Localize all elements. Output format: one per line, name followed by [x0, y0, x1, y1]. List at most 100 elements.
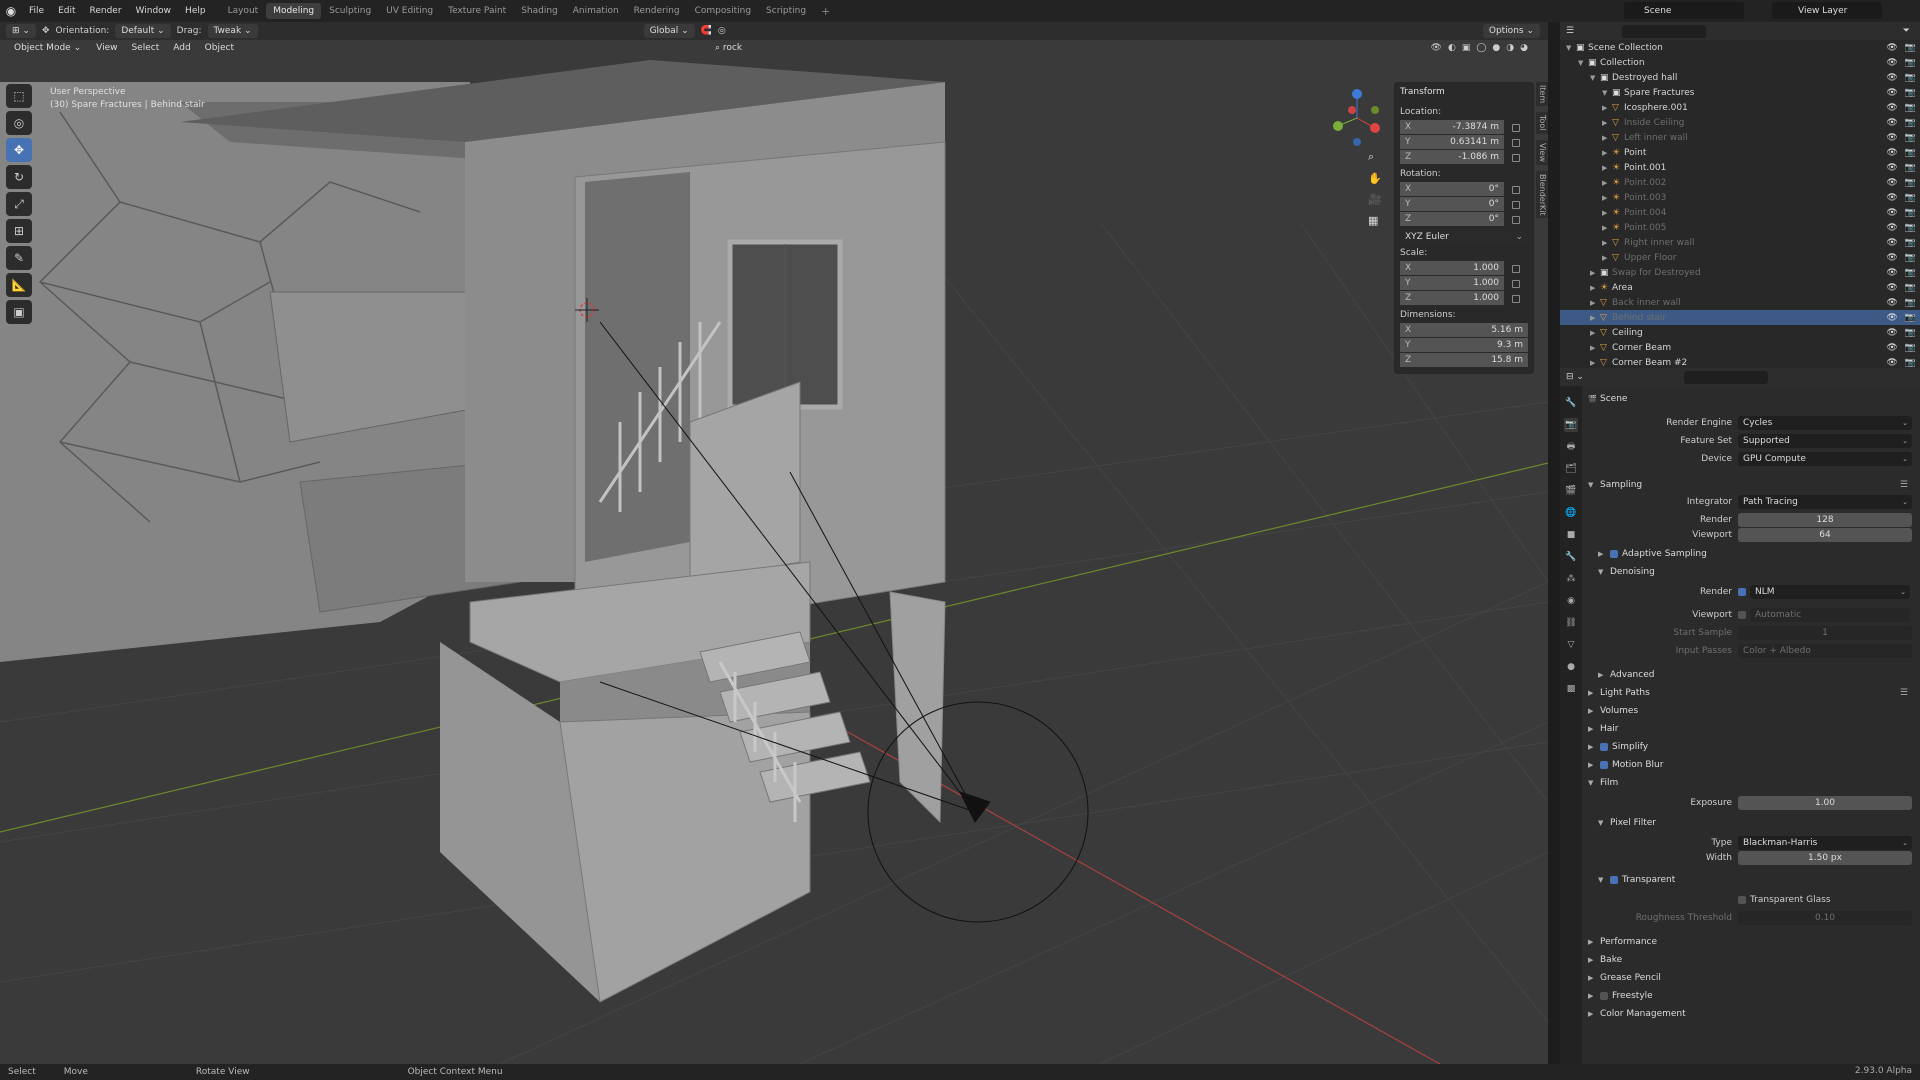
- render-camera-icon[interactable]: 📷: [1905, 223, 1916, 233]
- disclosure-arrow-icon[interactable]: ▶: [1602, 104, 1612, 112]
- visibility-eye-icon[interactable]: 👁: [1886, 298, 1897, 308]
- view-layer-tab-icon[interactable]: 🗂: [1564, 462, 1578, 476]
- proportional-edit-icon[interactable]: ◎: [718, 26, 726, 36]
- scale-x-field[interactable]: X 1.000: [1400, 261, 1504, 275]
- render-camera-icon[interactable]: 📷: [1905, 163, 1916, 173]
- scene-tab-icon[interactable]: 🎬: [1564, 484, 1578, 498]
- disclosure-arrow-icon[interactable]: ▶: [1590, 284, 1600, 292]
- denoising-panel[interactable]: ▼ Denoising: [1588, 563, 1918, 580]
- properties-search-input[interactable]: [1683, 370, 1768, 384]
- render-samples-field[interactable]: 128: [1738, 512, 1912, 527]
- world-tab-icon[interactable]: 🌐: [1564, 506, 1578, 520]
- disclosure-arrow-icon[interactable]: ▶: [1602, 254, 1612, 262]
- presets-icon[interactable]: ☰: [1900, 688, 1908, 698]
- outliner-row[interactable]: ▶ ▽ Corner Beam 👁 📷: [1560, 340, 1920, 355]
- feature-set-select[interactable]: Supported ⌄: [1738, 433, 1912, 448]
- dimensions-z-field[interactable]: Z 15.8 m: [1400, 353, 1528, 367]
- scale-z-field[interactable]: Z 1.000: [1400, 291, 1504, 305]
- disclosure-arrow-icon[interactable]: ▶: [1602, 179, 1612, 187]
- roughness-threshold-field[interactable]: 0.10: [1738, 910, 1912, 925]
- render-camera-icon[interactable]: 📷: [1905, 73, 1916, 83]
- data-tab-icon[interactable]: ▽: [1564, 638, 1578, 652]
- outliner-row[interactable]: ▶ ☀ Point.001 👁 📷: [1560, 160, 1920, 175]
- zoom-icon[interactable]: ⌕: [1368, 150, 1382, 164]
- render-tab-icon[interactable]: 📷: [1564, 418, 1578, 432]
- location-z-field[interactable]: Z -1.086 m: [1400, 150, 1504, 164]
- output-tab-icon[interactable]: 🖶: [1564, 440, 1578, 454]
- tab-blenderkit[interactable]: BlenderKit: [1536, 170, 1548, 219]
- blender-logo-icon[interactable]: ◉: [0, 0, 22, 22]
- viewport-search-input[interactable]: ⌕ rock: [708, 41, 749, 55]
- adaptive-sampling-panel[interactable]: ▶ Adaptive Sampling: [1588, 545, 1918, 562]
- outliner-search-input[interactable]: [1622, 24, 1707, 38]
- disclosure-arrow-icon[interactable]: ▶: [1590, 344, 1600, 352]
- disclosure-arrow-icon[interactable]: ▶: [1590, 314, 1600, 322]
- outliner-row[interactable]: ▶ ☀ Point.002 👁 📷: [1560, 175, 1920, 190]
- render-camera-icon[interactable]: 📷: [1905, 118, 1916, 128]
- tab-rendering[interactable]: Rendering: [627, 3, 687, 19]
- visibility-eye-icon[interactable]: 👁: [1886, 223, 1897, 233]
- location-x-field[interactable]: X -7.3874 m: [1400, 120, 1504, 134]
- camera-view-icon[interactable]: 🎥: [1368, 193, 1382, 206]
- exposure-field[interactable]: 1.00: [1738, 795, 1912, 810]
- visibility-eye-icon[interactable]: 👁: [1886, 358, 1897, 368]
- tab-compositing[interactable]: Compositing: [688, 3, 758, 19]
- freestyle-panel[interactable]: ▶ Freestyle: [1588, 987, 1918, 1004]
- visibility-eye-icon[interactable]: 👁: [1886, 193, 1897, 203]
- disclosure-arrow-icon[interactable]: ▶: [1602, 224, 1612, 232]
- visibility-eye-icon[interactable]: 👁: [1886, 103, 1897, 113]
- physics-tab-icon[interactable]: ◉: [1564, 594, 1578, 608]
- visibility-eye-icon[interactable]: 👁: [1886, 148, 1897, 158]
- disclosure-arrow-icon[interactable]: ▶: [1590, 359, 1600, 367]
- outliner-row[interactable]: ▶ ▣ Swap for Destroyed 👁 📷: [1560, 265, 1920, 280]
- outliner-row[interactable]: ▶ ☀ Point.004 👁 📷: [1560, 205, 1920, 220]
- tab-scripting[interactable]: Scripting: [759, 3, 813, 19]
- visibility-eye-icon[interactable]: 👁: [1886, 178, 1897, 188]
- performance-panel[interactable]: ▶ Performance: [1588, 933, 1918, 950]
- transform-space-select[interactable]: Global ⌄: [643, 24, 695, 38]
- select-tool-icon[interactable]: ⬚: [6, 84, 32, 108]
- add-workspace-icon[interactable]: +: [814, 2, 837, 21]
- disclosure-arrow-icon[interactable]: ▶: [1602, 134, 1612, 142]
- overlays-icon[interactable]: ◐: [1448, 43, 1456, 53]
- tab-modeling[interactable]: Modeling: [266, 3, 322, 19]
- outliner-row[interactable]: ▶ ☀ Area 👁 📷: [1560, 280, 1920, 295]
- 3d-viewport[interactable]: ⬚ ◎ ✥ ↻ ⤢ ⊞ ✎ 📐 ▣ User Perspective (30) …: [0, 22, 1548, 1064]
- pixel-filter-panel[interactable]: ▼ Pixel Filter: [1588, 814, 1918, 831]
- scene-selector[interactable]: Scene: [1624, 2, 1744, 19]
- annotate-tool-icon[interactable]: ✎: [6, 246, 32, 270]
- rotation-mode-select[interactable]: XYZ Euler ⌄: [1400, 230, 1528, 244]
- visibility-icon[interactable]: 👁: [1431, 43, 1442, 53]
- outliner-row[interactable]: ▼ ▣ Scene Collection 👁 📷: [1560, 40, 1920, 55]
- lock-icon[interactable]: [1512, 294, 1520, 303]
- disclosure-arrow-icon[interactable]: ▼: [1566, 44, 1576, 52]
- visibility-eye-icon[interactable]: 👁: [1886, 238, 1897, 248]
- visibility-eye-icon[interactable]: 👁: [1886, 253, 1897, 263]
- disclosure-arrow-icon[interactable]: ▶: [1602, 209, 1612, 217]
- render-camera-icon[interactable]: 📷: [1905, 253, 1916, 263]
- denoise-viewport-select[interactable]: Automatic: [1750, 607, 1910, 622]
- disclosure-arrow-icon[interactable]: ▶: [1602, 149, 1612, 157]
- tab-tool[interactable]: Tool: [1536, 112, 1548, 134]
- advanced-panel[interactable]: ▶ Advanced: [1588, 666, 1918, 683]
- simplify-checkbox[interactable]: [1600, 742, 1608, 751]
- dimensions-x-field[interactable]: X 5.16 m: [1400, 323, 1528, 337]
- navigation-gizmo[interactable]: [1330, 88, 1384, 148]
- tab-animation[interactable]: Animation: [566, 3, 626, 19]
- drag-select[interactable]: Tweak ⌄: [207, 24, 258, 38]
- menu-add[interactable]: Add: [168, 42, 196, 54]
- lock-icon[interactable]: [1512, 200, 1520, 209]
- render-camera-icon[interactable]: 📷: [1905, 88, 1916, 98]
- sampling-panel[interactable]: ▼ Sampling ☰: [1588, 476, 1918, 493]
- render-camera-icon[interactable]: 📷: [1905, 283, 1916, 293]
- cursor-tool-icon[interactable]: ◎: [6, 111, 32, 135]
- lock-icon[interactable]: [1512, 153, 1520, 162]
- disclosure-arrow-icon[interactable]: ▼: [1578, 59, 1588, 67]
- menu-object[interactable]: Object: [199, 42, 239, 54]
- tab-item[interactable]: Item: [1536, 82, 1548, 107]
- render-camera-icon[interactable]: 📷: [1905, 58, 1916, 68]
- tab-view[interactable]: View: [1536, 139, 1548, 165]
- material-tab-icon[interactable]: ●: [1564, 660, 1578, 674]
- menu-render[interactable]: Render: [83, 6, 129, 16]
- editor-type-icon[interactable]: ⊞ ⌄: [6, 24, 36, 38]
